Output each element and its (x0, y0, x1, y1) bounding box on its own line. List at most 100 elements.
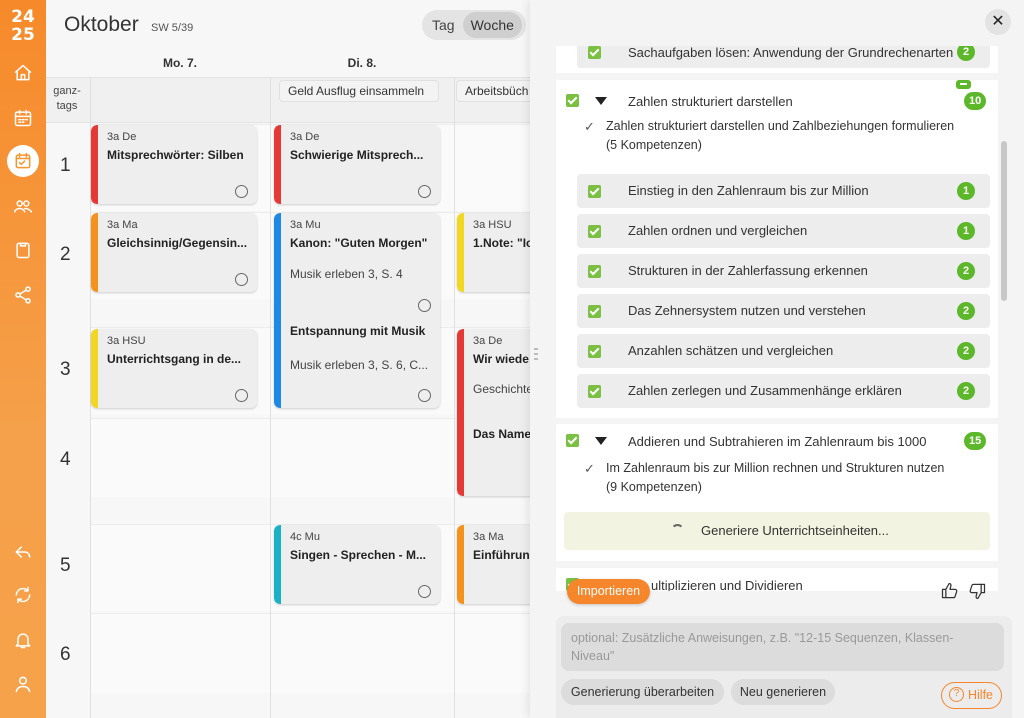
lesson-class: 3a Ma (473, 531, 504, 543)
question-icon: ? (949, 687, 964, 702)
lesson-title: Das Name (473, 427, 530, 441)
lesson-card[interactable]: 3a Mu Kanon: "Guten Morgen" Musik erlebe… (274, 213, 440, 408)
grid-line (454, 77, 455, 718)
competency-label: Anzahlen schätzen und vergleichen (628, 343, 834, 358)
count-badge: 2 (957, 46, 975, 61)
rework-generation-button[interactable]: Generierung überarbeiten (561, 679, 724, 705)
checkbox[interactable] (588, 46, 601, 59)
lesson-card[interactable]: 3a Ma Gleichsinnig/Gegensin... (91, 213, 257, 292)
status-circle-icon[interactable] (235, 185, 248, 198)
competency-row[interactable]: Strukturen in der Zahlerfassung erkennen… (577, 254, 990, 288)
instructions-input[interactable]: optional: Zusätzliche Anweisungen, z.B. … (561, 623, 1004, 671)
collapse-triangle-icon[interactable] (595, 437, 607, 445)
checkbox[interactable] (588, 225, 601, 238)
lesson-class: 3a Mu (290, 219, 321, 231)
allday-label: ganz- tags (52, 84, 82, 114)
back-icon[interactable] (11, 540, 35, 564)
lesson-title: Einführun (473, 548, 530, 562)
competency-row[interactable]: Sachaufgaben lösen: Anwendung der Grundr… (577, 46, 990, 68)
grid-line (270, 77, 271, 718)
checkbox[interactable] (588, 265, 601, 278)
collapse-triangle-icon[interactable] (595, 97, 607, 105)
competency-row[interactable]: Zahlen ordnen und vergleichen 1 (577, 214, 990, 248)
view-week-button[interactable]: Woche (462, 12, 522, 38)
count-badge: 1 (957, 222, 975, 240)
allday-event[interactable]: Arbeitsbüch (456, 80, 530, 102)
allday-label-line2: tags (56, 100, 78, 112)
thumbs-up-icon[interactable] (940, 581, 960, 601)
calendar-icon[interactable] (11, 106, 35, 130)
thumbs-down-icon[interactable] (967, 581, 987, 601)
sidebar: 24 25 (0, 0, 46, 718)
share-icon[interactable] (11, 283, 35, 307)
lesson-card[interactable]: 3a De Schwierige Mitsprech... (274, 125, 440, 204)
scrollbar[interactable] (1001, 46, 1007, 591)
lesson-title: Unterrichtsgang in de... (107, 352, 242, 366)
count-badge: 2 (957, 342, 975, 360)
competency-row[interactable]: Zahlen zerlegen und Zusammenhänge erklär… (577, 374, 990, 408)
school-year[interactable]: 24 25 (0, 8, 46, 44)
competency-row[interactable]: Anzahlen schätzen und vergleichen 2 (577, 334, 990, 368)
checkbox[interactable] (588, 385, 601, 398)
collapse-minus-icon[interactable] (956, 80, 971, 89)
lesson-card[interactable]: 3a HSU Unterrichtsgang in de... (91, 329, 257, 408)
period-number: 1 (60, 155, 71, 176)
lesson-card[interactable]: 3a Ma Einführun (457, 525, 530, 604)
help-button[interactable]: ? Hilfe (941, 682, 1002, 709)
competency-row[interactable]: Das Zehnersystem nutzen und verstehen 2 (577, 294, 990, 328)
checkbox[interactable] (588, 185, 601, 198)
subject-color-bar (457, 329, 464, 496)
home-icon[interactable] (11, 61, 35, 85)
lesson-card[interactable]: 3a De Wir wiede Geschichte Das Name (457, 329, 530, 496)
resize-handle[interactable] (534, 345, 540, 373)
checkbox[interactable] (588, 305, 601, 318)
competency-label: Sachaufgaben lösen: Anwendung der Grundr… (628, 46, 954, 60)
day-header-mon: Mo. 7. (162, 56, 197, 70)
group-icon[interactable] (11, 194, 35, 218)
lesson-title: Kanon: "Guten Morgen" (290, 236, 428, 250)
status-circle-icon[interactable] (235, 273, 248, 286)
status-circle-icon[interactable] (235, 389, 248, 402)
help-label: Hilfe (968, 688, 994, 702)
allday-label-line1: ganz- (53, 85, 81, 97)
import-button[interactable]: Importieren (567, 579, 650, 604)
lesson-card[interactable]: 3a De Mitsprechwörter: Silben (91, 125, 257, 204)
subject-color-bar (91, 125, 98, 204)
planner-icon[interactable] (7, 145, 39, 177)
status-circle-icon[interactable] (418, 389, 431, 402)
period-slot[interactable] (90, 613, 530, 693)
lesson-class: 3a HSU (473, 219, 512, 231)
status-circle-icon[interactable] (418, 585, 431, 598)
allday-event[interactable]: Geld Ausflug einsammeln (279, 80, 439, 102)
checkbox[interactable] (588, 345, 601, 358)
close-button[interactable]: ✕ (985, 9, 1011, 35)
regenerate-button[interactable]: Neu generieren (731, 679, 835, 705)
list-block: Sachaufgaben lösen: Anwendung der Grundr… (556, 46, 998, 73)
generating-indicator: Generiere Unterrichtseinheiten... (564, 512, 990, 550)
lesson-card[interactable]: 3a HSU 1.Note: "Ic (457, 213, 530, 292)
scrollbar-thumb[interactable] (1001, 141, 1007, 301)
lesson-class: 3a HSU (107, 335, 146, 347)
bell-icon[interactable] (11, 628, 35, 652)
count-badge: 1 (957, 182, 975, 200)
status-circle-icon[interactable] (418, 185, 431, 198)
subject-color-bar (274, 213, 281, 408)
subject-color-bar (91, 213, 98, 292)
section-checkbox[interactable] (566, 94, 579, 107)
competency-label: Zahlen ordnen und vergleichen (628, 223, 808, 238)
description-text: Im Zahlenraum bis zur Million rechnen un… (606, 461, 945, 475)
status-circle-icon[interactable] (418, 299, 431, 312)
section-checkbox[interactable] (566, 434, 579, 447)
lesson-material: Musik erleben 3, S. 6, C... (290, 358, 429, 372)
check-icon: ✓ (584, 461, 595, 476)
sync-icon[interactable] (11, 583, 35, 607)
view-day-button[interactable]: Tag (424, 12, 463, 38)
user-icon[interactable] (11, 672, 35, 696)
count-badge: 10 (964, 92, 987, 110)
lesson-material: Musik erleben 3, S. 4 (290, 267, 403, 281)
competency-row[interactable]: Einstieg in den Zahlenraum bis zur Milli… (577, 174, 990, 208)
lesson-card[interactable]: 4c Mu Singen - Sprechen - M... (274, 525, 440, 604)
period-number: 3 (60, 359, 71, 380)
clipboard-icon[interactable] (11, 238, 35, 262)
period-number: 2 (60, 244, 71, 265)
